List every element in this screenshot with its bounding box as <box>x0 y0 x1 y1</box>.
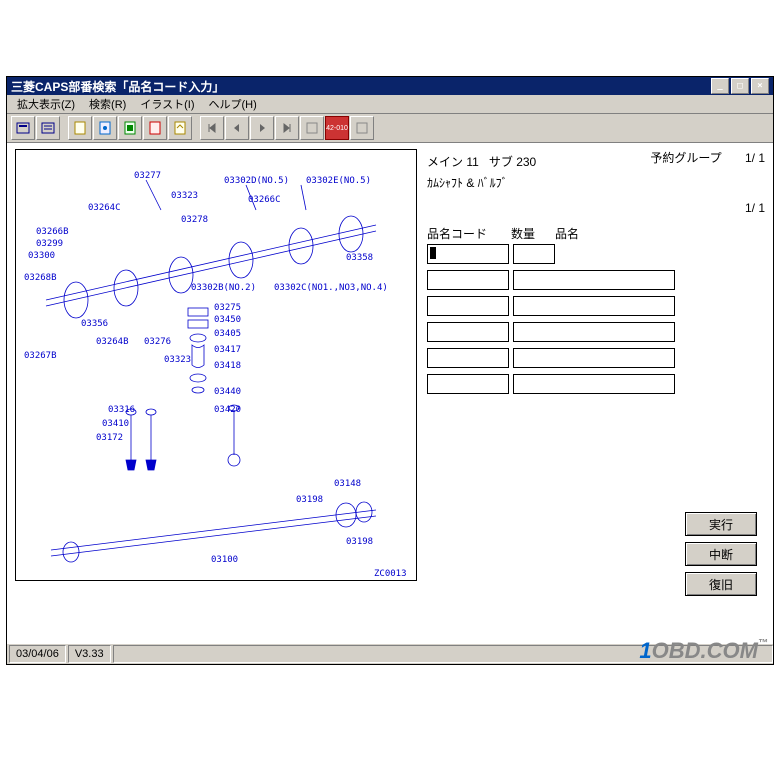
part-label: 03302B(NO.2) <box>191 283 256 293</box>
part-label: 03278 <box>181 215 208 225</box>
part-label: 03302C(NO1.,NO3,NO.4) <box>274 283 388 293</box>
abort-button[interactable]: 中断 <box>685 542 757 566</box>
part-desc: ｶﾑｼｬﾌﾄ & ﾊﾞﾙﾌﾞ <box>427 174 765 191</box>
part-label: 03323 <box>164 355 191 365</box>
input-table <box>427 244 765 394</box>
menu-search[interactable]: 検索(R) <box>83 94 132 114</box>
table-row <box>427 244 765 264</box>
part-label: 03302D(NO.5) <box>224 176 289 186</box>
name-cell[interactable] <box>513 296 675 316</box>
toolbar: 42-010 <box>7 114 773 143</box>
window-title: 三菱CAPS部番検索「品名コード入力」 <box>11 78 224 95</box>
page-indicator-2: 1/ 1 <box>745 201 765 215</box>
toolbar-btn-14[interactable] <box>350 116 374 140</box>
toolbar-btn-2[interactable] <box>36 116 60 140</box>
name-cell[interactable] <box>513 322 675 342</box>
status-date: 03/04/06 <box>9 645 66 663</box>
part-label: 03264B <box>96 337 129 347</box>
menu-bar: 拡大表示(Z) 検索(R) イラスト(I) ヘルプ(H) <box>7 95 773 114</box>
part-label: 03323 <box>171 191 198 201</box>
part-label: 03450 <box>214 315 241 325</box>
table-row <box>427 374 765 394</box>
code-input[interactable] <box>427 348 509 368</box>
parts-diagram[interactable]: 03277 03302D(NO.5) 03302E(NO.5) 03323 03… <box>15 149 417 581</box>
code-input[interactable] <box>427 244 509 264</box>
part-label: 03267B <box>24 351 57 361</box>
nav-last-button[interactable] <box>275 116 299 140</box>
part-label: 03100 <box>211 555 238 565</box>
menu-illust[interactable]: イラスト(I) <box>134 94 200 114</box>
toolbar-btn-4[interactable] <box>93 116 117 140</box>
diagram-code: ZC0013 <box>374 569 407 579</box>
part-label: 03302E(NO.5) <box>306 176 371 186</box>
part-label: 03299 <box>36 239 63 249</box>
table-row <box>427 296 765 316</box>
page-indicator-1: 1/ 1 <box>745 151 765 165</box>
part-label: 03148 <box>334 479 361 489</box>
title-bar: 三菱CAPS部番検索「品名コード入力」 _ □ × <box>7 77 773 95</box>
toolbar-btn-1[interactable] <box>11 116 35 140</box>
part-label: 03198 <box>296 495 323 505</box>
part-label: 03405 <box>214 329 241 339</box>
part-label: 03198 <box>346 537 373 547</box>
code-input[interactable] <box>427 322 509 342</box>
execute-button[interactable]: 実行 <box>685 512 757 536</box>
part-label: 03266B <box>36 227 69 237</box>
name-cell[interactable] <box>513 270 675 290</box>
minimize-button[interactable]: _ <box>711 78 729 94</box>
nav-first-button[interactable] <box>200 116 224 140</box>
part-label: 03276 <box>144 337 171 347</box>
toolbar-btn-12[interactable] <box>300 116 324 140</box>
close-button[interactable]: × <box>751 78 769 94</box>
right-panel: 予約グループ 1/ 1 メイン 11 サブ 230 ｶﾑｼｬﾌﾄ & ﾊﾞﾙﾌﾞ… <box>427 149 765 636</box>
toolbar-btn-5[interactable] <box>118 116 142 140</box>
app-window: 三菱CAPS部番検索「品名コード入力」 _ □ × 拡大表示(Z) 検索(R) … <box>6 76 774 665</box>
nav-prev-button[interactable] <box>225 116 249 140</box>
part-label: 03440 <box>214 387 241 397</box>
table-row <box>427 348 765 368</box>
part-label: 03266C <box>248 195 281 205</box>
part-label: 03264C <box>88 203 121 213</box>
name-cell[interactable] <box>513 374 675 394</box>
menu-zoom[interactable]: 拡大表示(Z) <box>11 94 81 114</box>
part-label: 03410 <box>102 419 129 429</box>
part-label: 03356 <box>81 319 108 329</box>
toolbar-btn-6[interactable] <box>143 116 167 140</box>
nav-next-button[interactable] <box>250 116 274 140</box>
watermark: 1OBD.COM™ <box>639 638 768 664</box>
qty-input[interactable] <box>513 244 555 264</box>
code-input[interactable] <box>427 270 509 290</box>
status-version: V3.33 <box>68 645 111 663</box>
part-label: 03172 <box>96 433 123 443</box>
toolbar-btn-7[interactable] <box>168 116 192 140</box>
part-label: 03268B <box>24 273 57 283</box>
maximize-button[interactable]: □ <box>731 78 749 94</box>
toolbar-btn-stop[interactable]: 42-010 <box>325 116 349 140</box>
yoyaku-group: 予約グループ 1/ 1 <box>650 149 765 166</box>
toolbar-btn-3[interactable] <box>68 116 92 140</box>
name-cell[interactable] <box>513 348 675 368</box>
part-label: 03358 <box>346 253 373 263</box>
part-label: 03418 <box>214 361 241 371</box>
part-label: 03420 <box>214 405 241 415</box>
part-label: 03300 <box>28 251 55 261</box>
menu-help[interactable]: ヘルプ(H) <box>203 94 263 114</box>
table-header: 品名コード 数量 品名 <box>427 225 765 242</box>
part-label: 03275 <box>214 303 241 313</box>
content-area: 03277 03302D(NO.5) 03302E(NO.5) 03323 03… <box>7 143 773 644</box>
restore-button[interactable]: 復旧 <box>685 572 757 596</box>
part-label: 03417 <box>214 345 241 355</box>
table-row <box>427 270 765 290</box>
table-row <box>427 322 765 342</box>
code-input[interactable] <box>427 296 509 316</box>
part-label: 03316 <box>108 405 135 415</box>
code-input[interactable] <box>427 374 509 394</box>
part-label: 03277 <box>134 171 161 181</box>
